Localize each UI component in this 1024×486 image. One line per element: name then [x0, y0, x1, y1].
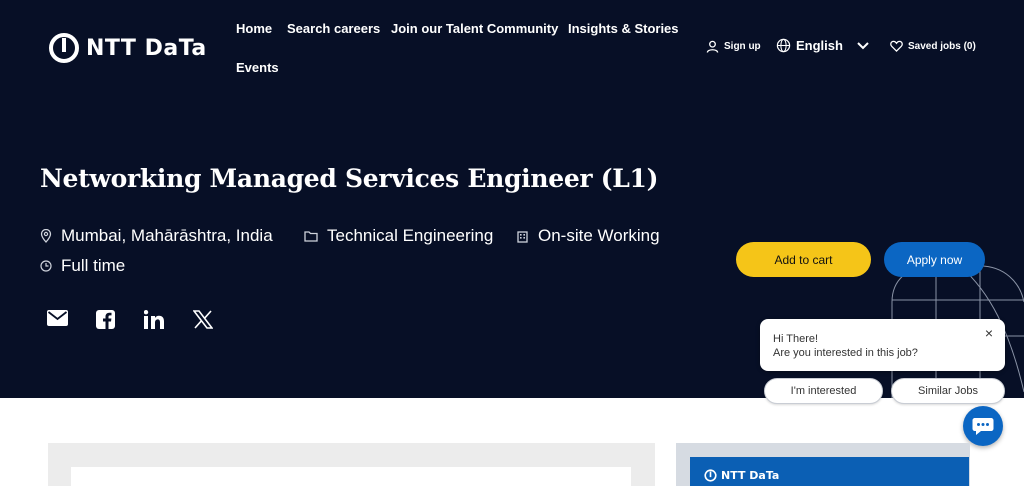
ntt-ring-logo-icon	[49, 33, 79, 63]
clock-icon	[40, 260, 52, 272]
sign-up-label: Sign up	[724, 41, 761, 52]
schedule-text: Full time	[61, 256, 126, 275]
top-navigation: NTT DaTa Home Search careers Join our Ta…	[0, 0, 1024, 96]
job-details-card	[71, 467, 631, 486]
linkedin-icon	[143, 310, 164, 329]
facebook-icon	[96, 310, 115, 329]
close-icon[interactable]: ×	[985, 325, 993, 341]
globe-icon	[776, 38, 791, 53]
nav-events[interactable]: Events	[236, 60, 279, 75]
category-text: Technical Engineering	[327, 226, 494, 245]
user-icon	[706, 40, 719, 53]
share-linkedin[interactable]	[143, 310, 164, 334]
x-icon	[192, 310, 214, 329]
chat-question: Are you interested in this job?	[773, 347, 918, 359]
chat-launcher-button[interactable]	[963, 406, 1003, 446]
chat-popup: Hi There! Are you interested in this job…	[760, 319, 1005, 371]
job-work-type: On-site Working	[516, 226, 660, 246]
share-x[interactable]	[192, 310, 214, 334]
chevron-down-icon	[857, 41, 869, 49]
email-icon	[47, 310, 68, 326]
promo-logo: NTT DaTa	[704, 469, 779, 482]
share-facebook[interactable]	[96, 310, 115, 334]
job-location: Mumbai, Mahārāshtra, India	[40, 226, 273, 246]
nav-home[interactable]: Home	[236, 21, 272, 36]
location-text: Mumbai, Mahārāshtra, India	[61, 226, 273, 245]
folder-icon	[304, 231, 318, 242]
chat-bubble-icon	[972, 417, 994, 435]
saved-jobs-label: Saved jobs (0)	[908, 40, 976, 52]
work-type-text: On-site Working	[538, 226, 660, 245]
add-to-cart-button[interactable]: Add to cart	[736, 242, 871, 277]
nav-insights-stories[interactable]: Insights & Stories	[568, 21, 679, 36]
ntt-data-logo[interactable]: NTT DaTa	[48, 32, 207, 64]
job-schedule: Full time	[40, 256, 125, 276]
chat-greeting: Hi There!	[773, 333, 819, 345]
chat-option-similar-jobs[interactable]: Similar Jobs	[891, 378, 1005, 404]
nav-search-careers[interactable]: Search careers	[287, 21, 380, 36]
building-icon	[517, 230, 528, 243]
sign-up-link[interactable]: Sign up	[706, 40, 761, 53]
location-pin-icon	[40, 229, 52, 243]
logo-text: NTT DaTa	[86, 35, 207, 61]
chat-option-interested[interactable]: I'm interested	[764, 378, 883, 404]
language-label: English	[796, 38, 843, 53]
apply-now-button[interactable]: Apply now	[884, 242, 985, 277]
language-selector[interactable]: English	[776, 38, 870, 53]
promo-logo-text: NTT DaTa	[721, 469, 780, 482]
saved-jobs-link[interactable]: Saved jobs (0)	[890, 40, 976, 52]
share-email[interactable]	[47, 310, 68, 331]
job-title: Networking Managed Services Engineer (L1…	[40, 164, 659, 193]
ntt-ring-logo-icon	[704, 469, 717, 482]
heart-icon	[890, 40, 903, 52]
nav-talent-community[interactable]: Join our Talent Community	[391, 21, 558, 36]
job-category: Technical Engineering	[304, 226, 493, 246]
